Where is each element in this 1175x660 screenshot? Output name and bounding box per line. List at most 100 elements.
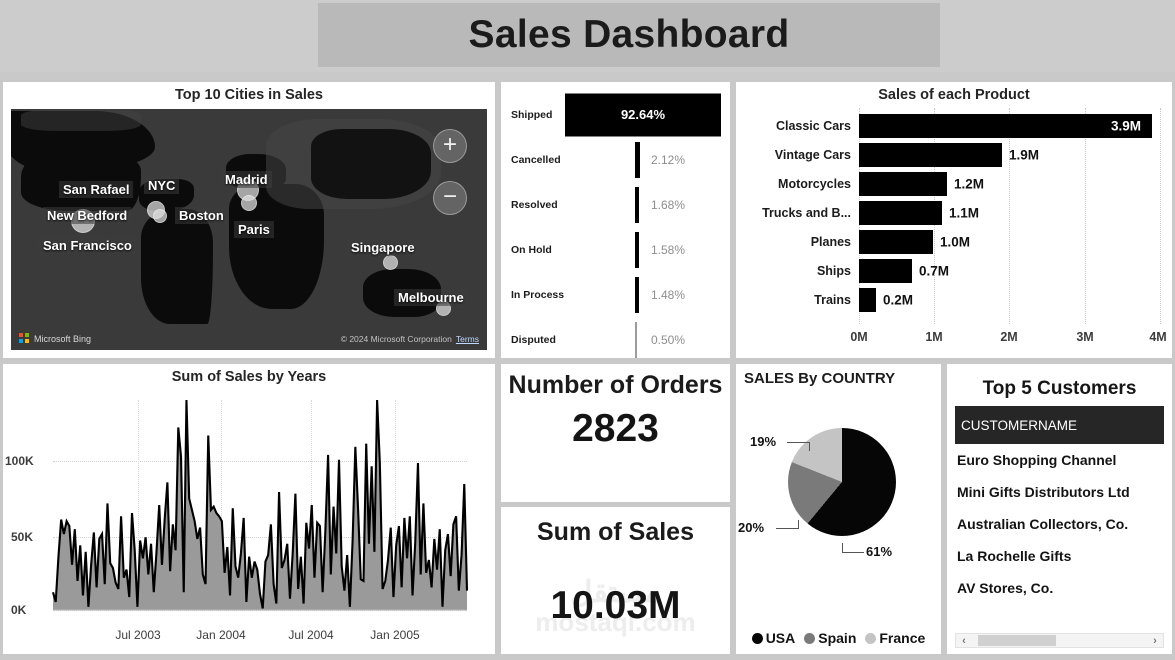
top-customers-panel: Top 5 Customers CUSTOMERNAME Euro Shoppi… [947,364,1172,654]
pie-legend-item-france[interactable]: France [865,630,925,646]
customers-column-header[interactable]: CUSTOMERNAME [955,406,1164,444]
status-row[interactable]: Cancelled 2.12% [501,137,730,182]
map-zoom-in-button[interactable]: + [433,129,467,163]
line-y-tick: 100K [5,454,34,468]
product-panel-title: Sales of each Product [736,82,1172,103]
product-label: Classic Cars [736,119,859,133]
scrollbar-track[interactable] [972,635,1147,646]
product-bar [859,259,912,283]
map-city-label: San Francisco [39,237,136,254]
product-row[interactable]: Ships 0.7M [736,257,1172,285]
product-x-tick: 3M [1076,330,1093,344]
status-value: 1.48% [651,288,685,302]
map-canvas[interactable]: San Rafael NYC Madrid New Bedford Boston… [11,109,487,350]
product-track: 1.0M [859,228,1172,256]
kpi-orders-title: Number of Orders [501,364,730,399]
product-x-tick: 2M [1000,330,1017,344]
landmass-north-america [21,149,141,211]
pie-slice-percent: 20% [738,520,764,535]
status-row[interactable]: Disputed 0.50% [501,317,730,358]
list-item[interactable]: Euro Shopping Channel [947,444,1172,476]
product-row[interactable]: Trains 0.2M [736,286,1172,314]
product-row[interactable]: Classic Cars 3.9M [736,112,1172,140]
status-track: 1.68% [565,182,730,227]
map-bubble-singapore[interactable] [383,255,398,270]
product-bar [859,172,947,196]
pie-panel-title: SALES By COUNTRY [736,364,941,387]
status-row[interactable]: In Process 1.48% [501,272,730,317]
status-track: 1.58% [565,227,730,272]
product-value: 3.9M [1111,119,1141,134]
product-track: 1.1M [859,199,1172,227]
map-panel: Top 10 Cities in Sales San Rafael NYC [3,82,495,358]
line-y-tick: 0K [11,603,26,617]
status-row[interactable]: Shipped 92.64% [501,92,730,137]
line-x-tick: Jan 2004 [196,628,245,642]
product-value: 1.0M [940,235,970,250]
product-row[interactable]: Vintage Cars 1.9M [736,141,1172,169]
status-value: 2.12% [651,153,685,167]
status-value: 1.68% [651,198,685,212]
product-track: 1.2M [859,170,1172,198]
map-city-label: NYC [144,177,179,194]
product-bar [859,230,933,254]
status-label: On Hold [501,244,565,256]
status-bar [635,142,640,178]
pie-chart[interactable] [788,428,896,536]
list-item[interactable]: La Rochelle Gifts [947,540,1172,572]
product-label: Trucks and B... [736,206,859,220]
pie-leader-line [842,552,864,553]
pie-leader-line [798,520,799,529]
landmass-south-america [141,209,213,324]
product-plot-area: Classic Cars 3.9M Vintage Cars 1.9M Moto… [736,108,1172,328]
product-row[interactable]: Trucks and B... 1.1M [736,199,1172,227]
status-label: In Process [501,289,565,301]
scroll-right-arrow-icon[interactable]: › [1147,635,1163,647]
line-x-tick: Jul 2003 [115,628,160,642]
sales-area-chart [3,388,495,654]
pie-legend-item-spain[interactable]: Spain [804,630,856,646]
product-row[interactable]: Planes 1.0M [736,228,1172,256]
status-row[interactable]: On Hold 1.58% [501,227,730,272]
pie-leader-line [809,442,810,451]
pie-legend-label: USA [766,630,796,646]
legend-dot-icon [804,633,815,644]
product-track: 3.9M [859,112,1172,140]
product-row[interactable]: Motorcycles 1.2M [736,170,1172,198]
map-panel-title: Top 10 Cities in Sales [3,82,495,103]
product-value: 0.2M [883,293,913,308]
map-terms-link[interactable]: Terms [456,334,479,344]
landmass-asia [311,129,431,199]
pie-plot-area: 19% 20% 61% [736,392,941,614]
kpi-sales-title: Sum of Sales [501,507,730,546]
product-value: 1.2M [954,177,984,192]
scrollbar-thumb[interactable] [978,635,1056,646]
product-value: 0.7M [919,264,949,279]
map-copyright-text: © 2024 Microsoft Corporation [341,334,452,344]
map-city-label: San Rafael [59,181,133,198]
map-zoom-out-button[interactable]: − [433,181,467,215]
list-item[interactable]: AV Stores, Co. [947,572,1172,604]
map-city-label: Singapore [347,239,419,256]
map-attribution: © 2024 Microsoft Corporation Terms [341,334,479,344]
product-bar [859,201,942,225]
status-row[interactable]: Resolved 1.68% [501,182,730,227]
map-city-label: Boston [175,207,228,224]
status-bar [635,277,639,313]
scroll-left-arrow-icon[interactable]: ‹ [956,635,972,647]
map-bubble-nyc[interactable] [153,209,167,223]
pie-legend-item-usa[interactable]: USA [752,630,796,646]
customers-horizontal-scrollbar[interactable]: ‹ › [955,633,1164,648]
pie-leader-line [842,543,843,552]
status-track: 0.50% [565,317,730,358]
product-track: 1.9M [859,141,1172,169]
product-value: 1.1M [949,206,979,221]
sales-by-years-panel: Sum of Sales by Years 0K 50K 100K Jul 20… [3,364,495,654]
list-item[interactable]: Australian Collectors, Co. [947,508,1172,540]
list-item[interactable]: Mini Gifts Distributors Ltd [947,476,1172,508]
line-y-tick: 50K [11,530,33,544]
map-bubble-paris[interactable] [241,195,257,211]
line-plot-area: 0K 50K 100K Jul 2003 Jan 2004 Jul 2004 J… [3,388,495,654]
product-label: Vintage Cars [736,148,859,162]
header-band: Sales Dashboard [0,0,1175,72]
